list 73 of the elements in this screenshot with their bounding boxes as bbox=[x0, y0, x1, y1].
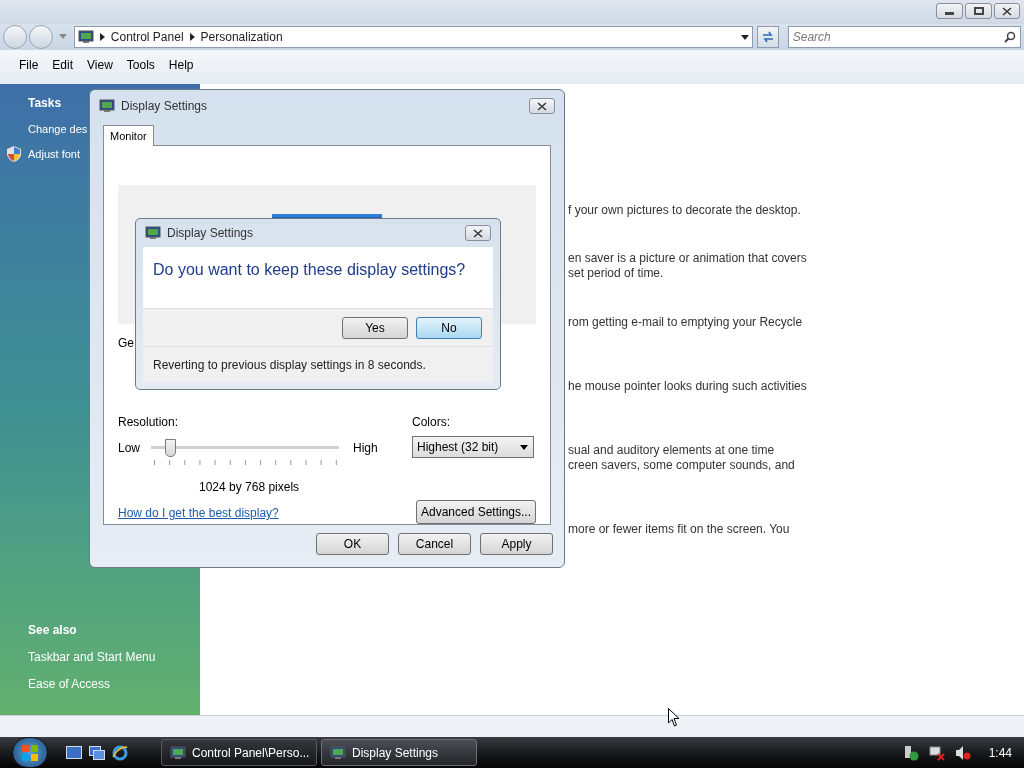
search-icon[interactable] bbox=[1004, 31, 1016, 43]
breadcrumb-item[interactable]: Personalization bbox=[200, 28, 283, 46]
countdown-text: Reverting to previous display settings in 8 seconds. bbox=[153, 356, 426, 374]
search-field[interactable]: Search bbox=[787, 26, 1021, 48]
description-text: set period of time. bbox=[568, 266, 665, 281]
dialog-button[interactable]: Yes bbox=[342, 316, 408, 339]
close-icon[interactable] bbox=[1002, 6, 1012, 16]
network-disconnected-icon[interactable] bbox=[928, 744, 945, 761]
menu-item[interactable]: Tools bbox=[119, 56, 162, 74]
close-icon[interactable] bbox=[537, 101, 547, 111]
maximize-button[interactable] bbox=[965, 3, 992, 19]
browser-icon[interactable] bbox=[112, 744, 128, 761]
control-panel-icon bbox=[77, 29, 94, 45]
dialog-title: Display Settings bbox=[121, 98, 208, 115]
switch-windows-icon[interactable] bbox=[89, 745, 105, 760]
description-text: more or fewer items fit on the screen. You bbox=[568, 522, 791, 537]
slider-max-label: High bbox=[353, 440, 378, 457]
help-link[interactable]: How do I get the best display? bbox=[118, 504, 279, 522]
refresh-button[interactable] bbox=[756, 26, 779, 48]
tab[interactable]: Monitor bbox=[103, 125, 154, 146]
close-button[interactable] bbox=[465, 225, 491, 241]
dropdown-arrow-icon[interactable] bbox=[740, 34, 749, 40]
window-icon bbox=[330, 744, 346, 761]
close-button[interactable] bbox=[994, 3, 1020, 19]
description-text: rom getting e-mail to emptying your Recycle bbox=[568, 315, 804, 330]
colors-label: Colors: bbox=[412, 414, 451, 431]
dialog-title: Display Settings bbox=[167, 225, 254, 242]
refresh-icon[interactable] bbox=[760, 31, 775, 43]
resolution-label: Resolution: bbox=[118, 414, 180, 431]
slider-min-label: Low bbox=[118, 440, 141, 457]
menu-item[interactable]: Edit bbox=[45, 56, 81, 74]
pane-heading: Tasks bbox=[28, 95, 62, 112]
menu-item[interactable]: View bbox=[80, 56, 120, 74]
dialog-button[interactable]: Cancel bbox=[398, 533, 471, 555]
menu-item[interactable]: File bbox=[12, 56, 46, 74]
dropdown-arrow-icon[interactable] bbox=[520, 444, 528, 450]
breadcrumb-arrow-icon[interactable] bbox=[99, 33, 105, 41]
task-link[interactable]: Change des bbox=[28, 120, 88, 138]
taskbar-button[interactable]: Display Settings bbox=[321, 739, 477, 766]
network-status-icon[interactable] bbox=[902, 744, 919, 761]
dialog-button[interactable]: OK bbox=[316, 533, 389, 555]
close-icon[interactable] bbox=[473, 228, 483, 238]
resolution-value: 1024 by 768 pixels bbox=[199, 479, 301, 496]
monitor-name: Ge bbox=[118, 335, 135, 352]
breadcrumb-arrow-icon[interactable] bbox=[189, 33, 195, 41]
dialog-button[interactable]: Apply bbox=[480, 533, 553, 555]
description-text: en saver is a picture or animation that covers bbox=[568, 251, 808, 266]
window-icon bbox=[170, 744, 186, 761]
menu-item[interactable]: Help bbox=[161, 56, 201, 74]
mouse-cursor-icon bbox=[668, 708, 680, 727]
advanced-settings-button[interactable]: Advanced Settings... bbox=[416, 500, 536, 524]
pane-heading: See also bbox=[28, 622, 77, 639]
shield-icon bbox=[7, 146, 21, 162]
slider-thumb[interactable] bbox=[165, 439, 177, 457]
dialog-icon bbox=[99, 98, 115, 114]
dialog-button[interactable]: No bbox=[416, 316, 482, 339]
clock[interactable]: 1:44 bbox=[988, 743, 1012, 762]
colors-dropdown[interactable]: Highest (32 bit) bbox=[412, 436, 534, 458]
dialog-question: Do you want to keep these display settings? bbox=[153, 261, 466, 278]
minimize-button[interactable] bbox=[936, 3, 963, 19]
description-text: creen savers, some computer sounds, and bbox=[568, 458, 796, 473]
close-button[interactable] bbox=[529, 98, 555, 114]
start-button[interactable] bbox=[12, 737, 48, 768]
description-text: sual and auditory elements at one time bbox=[568, 443, 776, 458]
taskbar-button[interactable]: Control Panel\Perso... bbox=[161, 739, 317, 766]
address-bar[interactable]: Control Panel Personalization bbox=[73, 26, 753, 48]
description-text: f your own pictures to decorate the desktop. bbox=[568, 203, 802, 218]
volume-muted-icon[interactable] bbox=[954, 744, 971, 761]
dialog-icon bbox=[145, 225, 161, 241]
show-desktop-icon[interactable] bbox=[66, 745, 82, 760]
breadcrumb-item[interactable]: Control Panel bbox=[110, 28, 184, 46]
description-text: he mouse pointer looks during such activities bbox=[568, 379, 808, 394]
task-link[interactable]: Adjust font bbox=[28, 145, 80, 163]
